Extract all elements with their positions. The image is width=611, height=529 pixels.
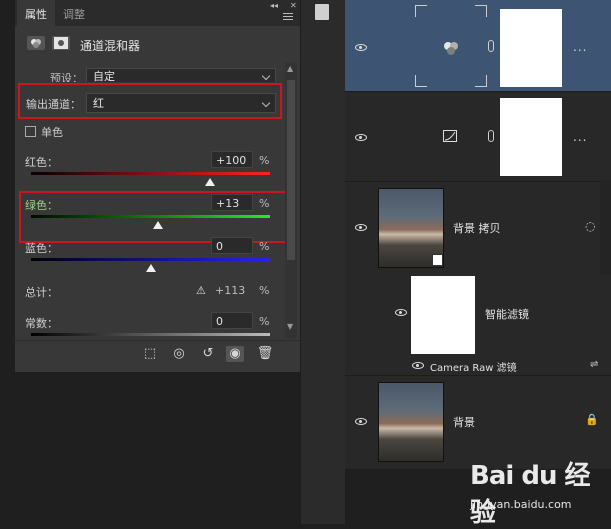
panel-title: 通道混和器	[80, 39, 141, 53]
blue-value-input[interactable]: 0	[211, 237, 253, 254]
total-unit: %	[259, 284, 270, 297]
filter-options-icon[interactable]: ⇌	[590, 359, 598, 370]
scroll-down-icon[interactable]: ▼	[287, 322, 293, 331]
panel-scroll-thumb[interactable]	[287, 80, 295, 260]
mask-icon[interactable]	[52, 36, 70, 50]
baidu-watermark-url: jingyan.baidu.com	[470, 498, 572, 511]
eye-icon[interactable]	[412, 362, 424, 369]
smart-object-icon: ◌	[585, 219, 596, 233]
red-value-input[interactable]: +100	[211, 151, 253, 168]
tab-adjustments[interactable]: 调整	[55, 0, 93, 26]
collapse-icon[interactable]: ◂◂	[270, 1, 278, 10]
layer-background-copy[interactable]: 背景 拷贝 ◌ ^	[345, 182, 611, 274]
red-unit: %	[259, 154, 270, 167]
layers-scrollbar[interactable]	[600, 180, 611, 275]
blue-slider-thumb[interactable]	[145, 264, 156, 272]
tab-properties[interactable]: 属性	[17, 0, 55, 26]
highlight-box-green	[19, 191, 287, 243]
eye-icon[interactable]	[395, 309, 407, 316]
constant-value-input[interactable]: 0	[211, 312, 253, 329]
close-icon[interactable]: ✕	[290, 1, 297, 10]
red-label: 红色：	[25, 156, 58, 169]
blue-label: 蓝色：	[25, 242, 58, 255]
monochrome-checkbox[interactable]	[25, 126, 36, 137]
red-slider-thumb[interactable]	[205, 178, 216, 186]
channel-mixer-icon	[444, 42, 458, 55]
layer-channel-mixer[interactable]: ...	[345, 0, 611, 92]
channel-mixer-icon	[27, 36, 45, 50]
total-value: +113	[215, 284, 246, 297]
adjustment-thumbnail	[415, 5, 487, 87]
view-previous-icon[interactable]: ◎	[170, 346, 188, 362]
eye-icon[interactable]	[355, 44, 367, 51]
total-label: 总计：	[25, 286, 58, 299]
layer-more-options[interactable]: ...	[573, 40, 587, 54]
chevron-down-icon	[261, 71, 271, 81]
panel-menu-icon[interactable]	[283, 12, 295, 22]
scroll-up-icon[interactable]: ▲	[287, 64, 293, 73]
constant-slider-track[interactable]	[31, 333, 270, 336]
layer-thumbnail	[378, 382, 444, 462]
smart-filter-mask-thumbnail[interactable]	[411, 276, 475, 354]
layer-more-options[interactable]: ...	[573, 130, 587, 144]
link-chain-icon[interactable]	[488, 40, 494, 52]
layer-mask-thumbnail[interactable]	[500, 9, 562, 87]
constant-label: 常数：	[25, 317, 58, 330]
layer-curves[interactable]: ...	[345, 92, 611, 182]
highlight-box-output-channel	[18, 83, 282, 119]
document-icon[interactable]	[315, 4, 329, 20]
eye-icon[interactable]	[355, 418, 367, 425]
blue-slider-track[interactable]	[31, 258, 270, 261]
constant-unit: %	[259, 315, 270, 328]
smart-filter-label: 智能滤镜	[485, 308, 529, 321]
clip-to-layer-icon[interactable]: ⬚	[141, 346, 159, 362]
panel-tab-bar: 属性 调整 ◂◂ ✕	[15, 0, 300, 26]
blue-unit: %	[259, 240, 270, 253]
smart-object-badge-icon	[432, 254, 443, 266]
layer-name[interactable]: 背景 拷贝	[453, 220, 501, 236]
delete-trash-icon[interactable]: 🗑	[256, 346, 274, 362]
curves-icon	[443, 130, 457, 142]
layer-mask-thumbnail[interactable]	[500, 98, 562, 176]
layer-name[interactable]: 背景	[453, 414, 475, 430]
reset-icon[interactable]: ↺	[199, 346, 217, 362]
monochrome-label: 单色	[41, 126, 63, 139]
filter-name: Camera Raw 滤镜	[430, 363, 517, 374]
eye-icon[interactable]	[355, 134, 367, 141]
camera-raw-filter-row[interactable]: Camera Raw 滤镜 ⇌	[345, 354, 611, 376]
smart-filters-row[interactable]: 智能滤镜	[345, 274, 611, 354]
red-slider-track[interactable]	[31, 172, 270, 175]
baidu-watermark-logo: Bai du 经验	[470, 461, 591, 528]
dock-strip	[300, 0, 345, 524]
warning-icon: ⚠	[196, 284, 206, 297]
eye-icon[interactable]	[355, 224, 367, 231]
lock-icon: 🔒	[585, 413, 599, 426]
link-chain-icon[interactable]	[488, 130, 494, 142]
visibility-eye-icon[interactable]: ◉	[226, 346, 244, 362]
